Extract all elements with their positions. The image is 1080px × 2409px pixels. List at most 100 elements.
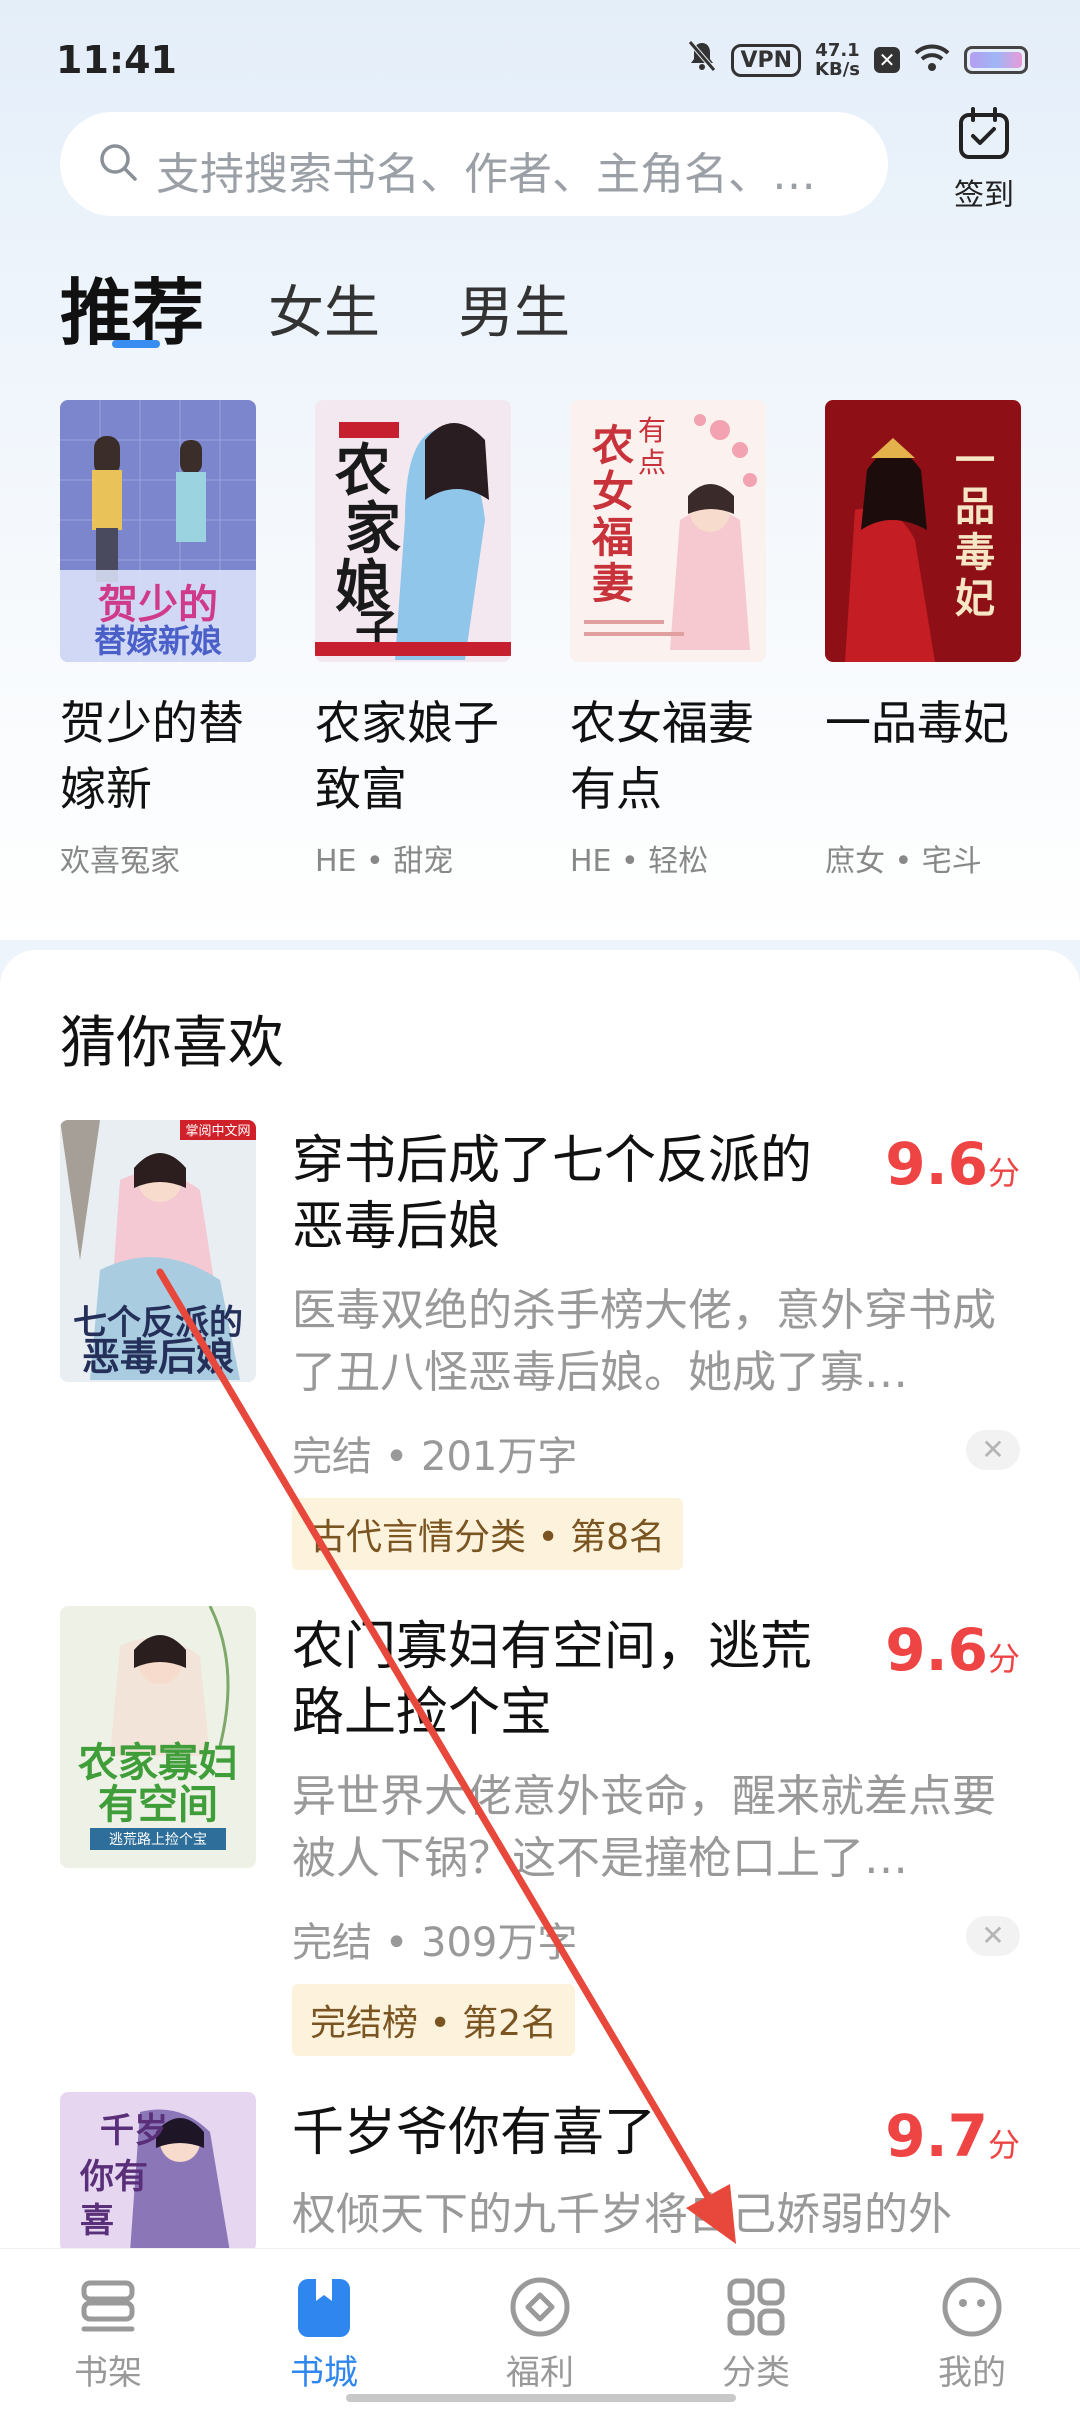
book-cover-art: 贺少的 替嫁新娘 <box>60 400 256 662</box>
book-cover: 掌阅中文网 七个反派的 恶毒后娘 <box>60 1120 256 1382</box>
svg-text:福: 福 <box>591 513 634 562</box>
battery-icon <box>964 46 1028 74</box>
search-icon <box>98 142 137 181</box>
book-score: 9.6分 <box>885 1616 1020 1684</box>
book-title: 农家娘子致富 <box>315 696 499 816</box>
svg-text:家: 家 <box>345 496 401 562</box>
score-value: 9.6 <box>885 1130 988 1198</box>
book-title: 农门寡妇有空间，逃荒路上捡个宝 <box>292 1617 813 1743</box>
bookstore-icon <box>292 2275 356 2339</box>
battery-fill <box>970 52 1022 68</box>
category-icon <box>724 2275 788 2339</box>
dismiss-button[interactable]: ✕ <box>966 1430 1020 1470</box>
book-cover-art: 一 品 毒 妃 <box>825 400 1021 662</box>
book-tags: HE • 轻松 <box>570 844 709 879</box>
nav-label: 书城 <box>290 2353 358 2393</box>
svg-text:毒: 毒 <box>955 529 995 576</box>
svg-text:农家寡妇: 农家寡妇 <box>78 1739 238 1786</box>
book-cover-art: 掌阅中文网 七个反派的 恶毒后娘 <box>60 1120 256 1382</box>
search-placeholder: 支持搜索书名、作者、主角名、… <box>156 149 816 200</box>
svg-text:逃荒路上捡个宝: 逃荒路上捡个宝 <box>109 1831 207 1848</box>
checkin-button[interactable]: 签到 <box>946 106 1022 214</box>
nav-bookstore[interactable]: 书城 <box>254 2275 394 2394</box>
score-value: 9.6 <box>885 1616 988 1684</box>
profile-icon <box>940 2275 1004 2339</box>
book-score: 9.7分 <box>885 2102 1020 2170</box>
tab-girls[interactable]: 女生 <box>268 268 380 349</box>
svg-text:妻: 妻 <box>592 559 634 608</box>
bookshelf-icon <box>76 2275 140 2339</box>
checkin-label: 签到 <box>954 178 1014 213</box>
book-tags: 欢喜冤家 <box>60 844 180 879</box>
nav-profile[interactable]: 我的 <box>902 2275 1042 2394</box>
nav-label: 书架 <box>74 2353 142 2393</box>
recommended-book[interactable]: 一 品 毒 妃 一品毒妃 庶女 • 宅斗 <box>825 400 1021 880</box>
network-speed: 47.1 KB/s <box>815 41 860 79</box>
book-cover: 一 品 毒 妃 <box>825 400 1021 662</box>
nav-welfare[interactable]: 福利 <box>470 2275 610 2394</box>
svg-text:掌阅中文网: 掌阅中文网 <box>185 1124 250 1139</box>
svg-text:喜: 喜 <box>80 2201 114 2241</box>
rank-badge[interactable]: 完结榜 • 第2名 <box>292 1984 576 2056</box>
recommended-book[interactable]: 农 家 娘 子 农家娘子致富 HE • 甜宠 <box>315 400 511 880</box>
book-description: 异世界大佬意外丧命，醒来就差点要被人下锅？这不是撞枪口上了… <box>292 1771 996 1884</box>
svg-text:一: 一 <box>955 437 995 484</box>
book-tags: 庶女 • 宅斗 <box>825 844 982 879</box>
book-cover: 农家寡妇 有空间 逃荒路上捡个宝 <box>60 1606 256 1868</box>
search-bar[interactable]: 支持搜索书名、作者、主角名、… <box>60 112 888 216</box>
book-title: 千岁爷你有喜了 <box>292 2103 657 2163</box>
svg-text:贺少的: 贺少的 <box>98 581 218 628</box>
guess-you-like-section: 猜你喜欢 掌阅中文网 七个反派的 恶毒后娘 穿书后成了七个反派的恶毒后娘 9.6… <box>0 950 1080 2252</box>
svg-text:千岁: 千岁 <box>100 2111 168 2151</box>
book-title: 贺少的替嫁新 <box>60 696 244 816</box>
score-unit: 分 <box>987 1640 1020 1678</box>
score-unit: 分 <box>987 1154 1020 1192</box>
rank-badge[interactable]: 古代言情分类 • 第8名 <box>292 1498 684 1570</box>
status-icons: VPN 47.1 KB/s ✕ <box>687 40 1028 80</box>
book-meta: 完结 • 309万字 <box>292 1920 578 1966</box>
list-item[interactable]: 农家寡妇 有空间 逃荒路上捡个宝 农门寡妇有空间，逃荒路上捡个宝 9.6分 异世… <box>0 1606 1080 2086</box>
welfare-icon <box>508 2275 572 2339</box>
book-title: 穿书后成了七个反派的恶毒后娘 <box>292 1131 813 1257</box>
dismiss-button[interactable]: ✕ <box>966 1916 1020 1956</box>
status-time: 11:41 <box>56 38 177 82</box>
nav-category[interactable]: 分类 <box>686 2275 826 2394</box>
mute-bell-icon <box>687 40 717 80</box>
recommended-book[interactable]: 贺少的 替嫁新娘 贺少的替嫁新 欢喜冤家 <box>60 400 256 880</box>
svg-text:有: 有 <box>638 414 666 447</box>
book-tags: HE • 甜宠 <box>315 844 454 879</box>
speed-value: 47.1 <box>815 40 860 61</box>
tab-active-indicator <box>112 340 160 348</box>
list-item[interactable]: 掌阅中文网 七个反派的 恶毒后娘 穿书后成了七个反派的恶毒后娘 9.6分 医毒双… <box>0 1120 1080 1600</box>
recommended-book[interactable]: 农 女 福 妻 有 点 农女福妻有点 HE • 轻松 <box>570 400 766 880</box>
book-cover: 农 家 娘 子 <box>315 400 511 662</box>
nav-bookshelf[interactable]: 书架 <box>38 2275 178 2394</box>
notification-x-icon: ✕ <box>874 47 900 73</box>
book-title: 农女福妻有点 <box>570 696 754 816</box>
svg-text:你有: 你有 <box>79 2157 148 2197</box>
book-title: 一品毒妃 <box>825 696 1009 750</box>
vpn-badge: VPN <box>731 43 802 77</box>
svg-text:妃: 妃 <box>955 575 995 622</box>
tab-boys[interactable]: 男生 <box>458 268 570 349</box>
bottom-navigation: 书架 书城 福利 分类 我的 <box>0 2248 1080 2409</box>
svg-text:恶毒后娘: 恶毒后娘 <box>82 1334 234 1379</box>
svg-text:女: 女 <box>592 467 634 516</box>
calendar-check-icon <box>956 107 1012 166</box>
section-title: 猜你喜欢 <box>60 1011 284 1076</box>
home-indicator[interactable] <box>346 2394 736 2402</box>
book-score: 9.6分 <box>885 1130 1020 1198</box>
book-cover: 贺少的 替嫁新娘 <box>60 400 256 662</box>
svg-text:有空间: 有空间 <box>98 1781 218 1828</box>
book-meta: 完结 • 201万字 <box>292 1434 578 1480</box>
svg-text:品: 品 <box>955 483 995 530</box>
book-cover-art: 农 家 娘 子 <box>315 400 511 662</box>
nav-label: 我的 <box>938 2353 1006 2393</box>
list-item[interactable]: 千岁 你有 喜 千岁爷你有喜了 9.7分 权倾天下的九千岁将自己娇弱的外 <box>0 2092 1080 2252</box>
book-cover: 千岁 你有 喜 <box>60 2092 256 2252</box>
book-cover-art: 农 女 福 妻 有 点 <box>570 400 766 662</box>
svg-text:农: 农 <box>335 438 391 504</box>
score-unit: 分 <box>987 2126 1020 2164</box>
speed-unit: KB/s <box>815 59 860 80</box>
score-value: 9.7 <box>885 2102 988 2170</box>
